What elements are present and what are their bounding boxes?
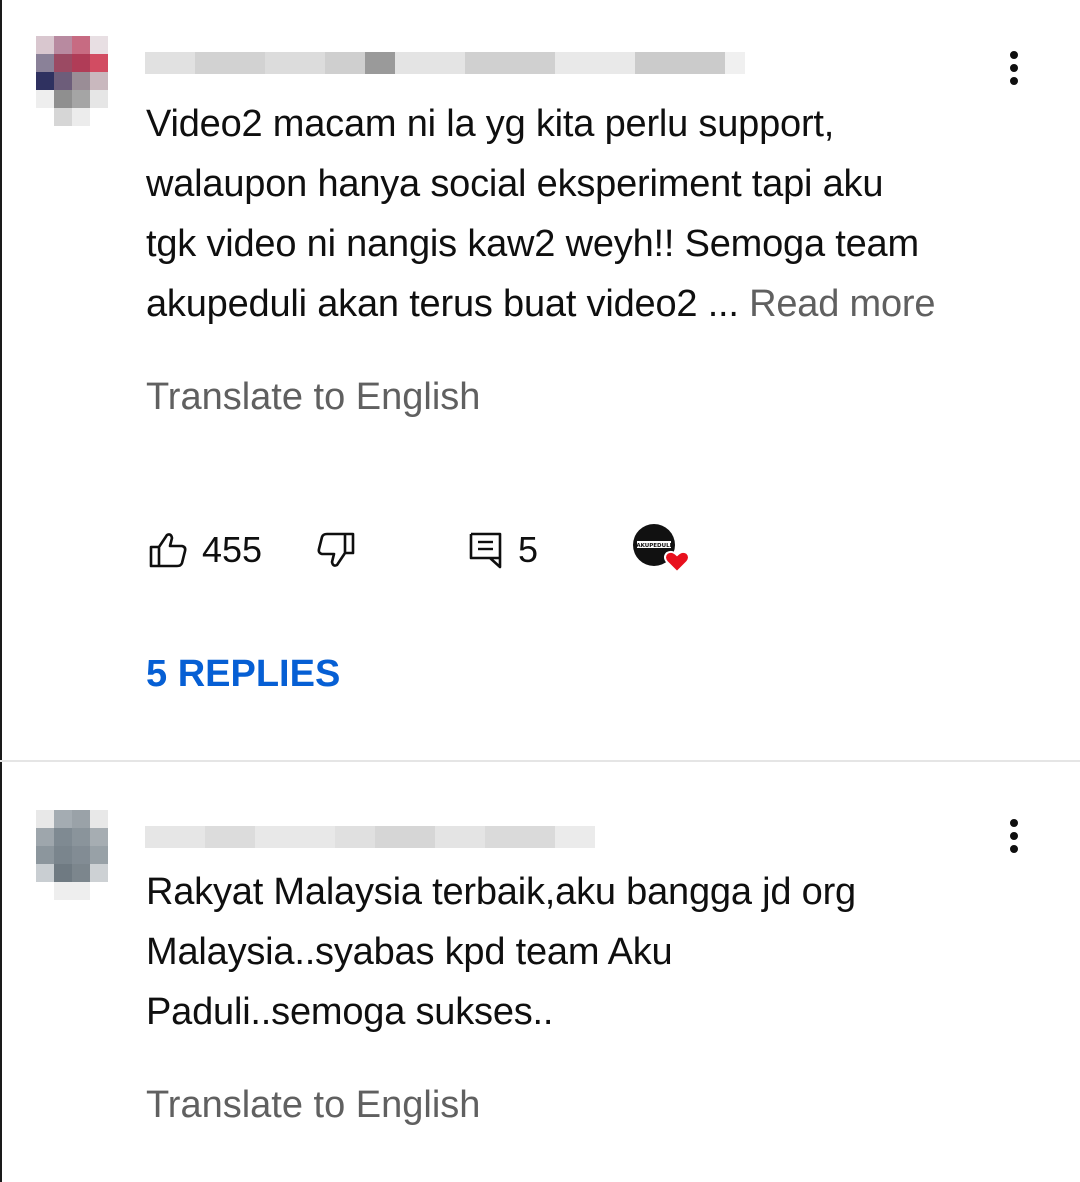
- author-name-blurred[interactable]: [145, 48, 745, 78]
- comment-text-line: akupeduli akan terus buat video2 ... Rea…: [146, 274, 1026, 334]
- comment-text-line: Rakyat Malaysia terbaik,aku bangga jd or…: [146, 871, 856, 913]
- window-edge: [0, 0, 2, 1182]
- thumbs-down-icon: [317, 532, 355, 567]
- avatar[interactable]: [36, 36, 108, 126]
- reply-button[interactable]: 5: [468, 520, 538, 580]
- comment-text-line: walaupon hanya social eksperiment tapi a…: [146, 163, 884, 205]
- comment-text: Rakyat Malaysia terbaik,aku bangga jd or…: [146, 862, 1026, 1042]
- creator-heart: AKUPEDULI: [630, 520, 694, 580]
- comment-actions: 455 5 AKUPEDULI: [146, 520, 746, 580]
- comment-text-line: Malaysia..syabas kpd team Aku: [146, 931, 673, 973]
- read-more-link[interactable]: Read more: [749, 283, 935, 325]
- avatar[interactable]: [36, 810, 108, 900]
- creator-heart-icon: AKUPEDULI: [633, 524, 690, 574]
- comment-text-line: tgk video ni nangis kaw2 weyh!! Semoga t…: [146, 223, 919, 265]
- dislike-button[interactable]: [316, 520, 356, 580]
- more-vert-icon[interactable]: [1002, 814, 1026, 858]
- like-count: 455: [202, 529, 263, 570]
- reply-count: 5: [518, 529, 539, 570]
- thumbs-up-icon: [149, 533, 187, 568]
- comment-divider: [0, 760, 1080, 762]
- comment-text-line: Video2 macam ni la yg kita perlu support…: [146, 103, 835, 145]
- reply-icon: [469, 532, 502, 569]
- channel-logo-text: AKUPEDULI: [636, 543, 671, 549]
- comment-text: Video2 macam ni la yg kita perlu support…: [146, 94, 1026, 334]
- translate-link[interactable]: Translate to English: [146, 1084, 480, 1127]
- comment-text-line-content: akupeduli akan terus buat video2 ...: [146, 283, 750, 325]
- comment-text-line: Paduli..semoga sukses..: [146, 991, 554, 1033]
- like-button[interactable]: 455: [148, 520, 262, 580]
- view-replies-button[interactable]: 5 REPLIES: [146, 653, 340, 696]
- more-vert-icon[interactable]: [1002, 46, 1026, 90]
- author-name-blurred[interactable]: [145, 822, 595, 852]
- translate-link[interactable]: Translate to English: [146, 376, 480, 419]
